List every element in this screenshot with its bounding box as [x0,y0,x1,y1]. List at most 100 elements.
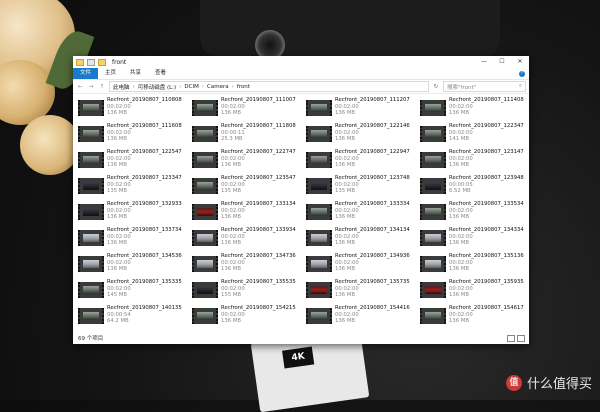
file-item[interactable]: Recfront_20190807_111408 00:02:00 136 MB [420,97,529,123]
tab-share[interactable]: 共享 [123,68,148,79]
file-item[interactable]: Recfront_20190807_123347 00:02:00 135 MB [78,175,192,201]
file-size: 136 MB [221,162,241,168]
file-name: Recfront_20190807_110808 [107,97,182,103]
file-item[interactable]: Recfront_20190807_135136 00:02:00 136 MB [420,253,529,279]
file-item[interactable]: Recfront_20190807_135735 00:02:00 136 MB [306,279,420,305]
video-thumbnail [192,152,218,168]
help-icon[interactable]: ? [519,70,525,77]
file-size: 136 MB [221,318,241,324]
file-size: 136 MB [449,292,469,298]
address-bar[interactable]: 此电脑 › 可移动磁盘 (L:) › DCIM › Camera › front [109,81,429,92]
file-item[interactable]: Recfront_20190807_134536 00:02:00 136 MB [78,253,192,279]
file-item[interactable]: Recfront_20190807_154215 00:02:00 136 MB [192,305,306,331]
file-item[interactable]: Recfront_20190807_123547 00:02:00 135 MB [192,175,306,201]
file-item[interactable]: Recfront_20190807_154416 00:02:00 136 MB [306,305,420,331]
breadcrumb-dcim[interactable]: DCIM [184,84,198,90]
video-thumbnail [306,256,332,272]
back-button[interactable]: ← [76,84,84,90]
file-name: Recfront_20190807_122547 [107,149,182,155]
flower-decoration [20,115,80,175]
tab-home[interactable]: 主页 [98,68,123,79]
details-view-icon[interactable] [507,334,515,342]
file-meta: Recfront_20190807_111207 00:02:00 136 MB [335,97,410,117]
file-name: Recfront_20190807_154215 [221,305,296,311]
file-size: 136 MB [107,240,127,246]
chevron-right-icon: › [179,83,182,90]
file-meta: Recfront_20190807_123948 00:00:05 6.52 MB [449,175,524,195]
file-size: 136 MB [107,110,127,116]
file-item[interactable]: Recfront_20190807_110808 00:02:00 136 MB [78,97,192,123]
watermark-text: 什么值得买 [526,377,592,392]
file-item[interactable]: Recfront_20190807_111808 00:00:11 25.3 MB [192,123,306,149]
file-size: 136 MB [449,318,469,324]
file-item[interactable]: Recfront_20190807_133134 00:02:00 136 MB [192,201,306,227]
file-meta: Recfront_20190807_134134 00:02:00 136 MB [335,227,410,247]
file-item[interactable]: Recfront_20190807_111207 00:02:00 136 MB [306,97,420,123]
file-item[interactable]: Recfront_20190807_134936 00:02:00 136 MB [306,253,420,279]
file-name: Recfront_20190807_123547 [221,175,296,181]
file-item[interactable]: Recfront_20190807_123147 00:02:00 136 MB [420,149,529,175]
file-item[interactable]: Recfront_20190807_122146 00:02:00 136 MB [306,123,420,149]
maximize-button[interactable]: ☐ [493,56,511,68]
file-item[interactable]: Recfront_20190807_135535 00:02:00 155 MB [192,279,306,305]
file-item[interactable]: Recfront_20190807_123748 00:02:00 135 MB [306,175,420,201]
file-name: Recfront_20190807_154416 [335,305,410,311]
new-folder-icon[interactable] [98,58,106,66]
file-item[interactable]: Recfront_20190807_133934 00:02:00 136 MB [192,227,306,253]
search-input[interactable]: 搜索"front" ⌕ [443,81,526,92]
properties-icon[interactable] [87,58,95,66]
file-item[interactable]: Recfront_20190807_122347 00:02:00 141 MB [420,123,529,149]
tiles-view-icon[interactable] [517,334,525,342]
file-item[interactable]: Recfront_20190807_140135 00:00:54 64.2 MB [78,305,192,331]
breadcrumb-front[interactable]: front [237,84,250,90]
file-item[interactable]: Recfront_20190807_122547 00:02:00 136 MB [78,149,192,175]
file-size: 136 MB [335,318,355,324]
breadcrumb-camera[interactable]: Camera [207,84,229,90]
file-item[interactable]: Recfront_20190807_122747 00:02:00 136 MB [192,149,306,175]
file-name: Recfront_20190807_134134 [335,227,410,233]
forward-button[interactable]: → [87,84,95,90]
tab-view[interactable]: 查看 [148,68,173,79]
file-item[interactable]: Recfront_20190807_154617 00:02:00 136 MB [420,305,529,331]
tab-file[interactable]: 文件 [73,68,99,79]
breadcrumb-removable-disk[interactable]: 可移动磁盘 (L:) [138,83,176,91]
file-name: Recfront_20190807_135136 [449,253,524,259]
file-item[interactable]: Recfront_20190807_133734 00:02:00 136 MB [78,227,192,253]
file-size: 136 MB [107,214,127,220]
video-thumbnail [420,256,446,272]
file-size: 136 MB [221,110,241,116]
refresh-button[interactable]: ↻ [432,84,440,90]
file-item[interactable]: Recfront_20190807_133534 00:02:00 136 MB [420,201,529,227]
file-item[interactable]: Recfront_20190807_111608 00:02:00 136 MB [78,123,192,149]
file-size: 136 MB [449,240,469,246]
file-meta: Recfront_20190807_123748 00:02:00 135 MB [335,175,410,195]
video-thumbnail [306,100,332,116]
file-item[interactable]: Recfront_20190807_122947 00:02:00 136 MB [306,149,420,175]
video-thumbnail [420,152,446,168]
file-item[interactable]: Recfront_20190807_111007 00:02:00 136 MB [192,97,306,123]
file-item[interactable]: Recfront_20190807_132933 00:02:00 136 MB [78,201,192,227]
file-item[interactable]: Recfront_20190807_135935 00:02:00 136 MB [420,279,529,305]
file-list: Recfront_20190807_110808 00:02:00 136 MB Re… [73,93,529,331]
card-logo: 4K [282,346,315,369]
file-size: 136 MB [449,110,469,116]
minimize-button[interactable]: — [475,56,493,68]
search-placeholder: 搜索"front" [447,84,477,91]
file-item[interactable]: Recfront_20190807_123948 00:00:05 6.52 MB [420,175,529,201]
file-item[interactable]: Recfront_20190807_134736 00:02:00 136 MB [192,253,306,279]
title-bar: front — ☐ ✕ [73,56,529,68]
file-item[interactable]: Recfront_20190807_134334 00:02:00 136 MB [420,227,529,253]
file-name: Recfront_20190807_133734 [107,227,182,233]
file-item[interactable]: Recfront_20190807_134134 00:02:00 136 MB [306,227,420,253]
video-thumbnail [306,178,332,194]
file-name: Recfront_20190807_123748 [335,175,410,181]
file-size: 136 MB [449,214,469,220]
file-item[interactable]: Recfront_20190807_135335 00:02:00 145 MB [78,279,192,305]
close-button[interactable]: ✕ [511,56,529,68]
up-button[interactable]: ↑ [98,84,106,90]
file-meta: Recfront_20190807_133534 00:02:00 136 MB [449,201,524,221]
file-item[interactable]: Recfront_20190807_133334 00:02:00 136 MB [306,201,420,227]
file-size: 136 MB [335,110,355,116]
file-size: 25.3 MB [221,136,243,142]
breadcrumb-this-pc[interactable]: 此电脑 [113,83,130,91]
